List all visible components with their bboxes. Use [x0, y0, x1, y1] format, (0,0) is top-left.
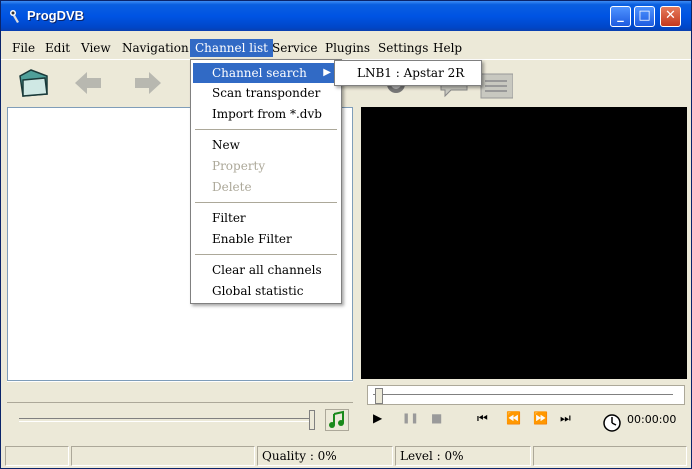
clock-icon [603, 414, 621, 432]
list-icon[interactable] [479, 66, 513, 100]
menu-separator [195, 129, 337, 130]
volume-slider-thumb[interactable] [309, 410, 315, 430]
previous-button[interactable]: ⏮ [477, 411, 488, 426]
audio-button[interactable] [325, 409, 349, 431]
menu-item-import[interactable]: Import from *.dvb [193, 104, 339, 124]
video-display[interactable] [361, 107, 687, 379]
submenu-arrow-icon: ▶ [323, 67, 331, 78]
menu-view[interactable]: View [76, 39, 116, 57]
seek-bar[interactable] [367, 385, 685, 405]
seek-thumb[interactable] [375, 388, 383, 404]
channel-status-area [7, 381, 353, 403]
fast-forward-button[interactable]: ⏩ [533, 411, 548, 425]
stop-button[interactable]: ■ [431, 411, 442, 425]
status-cell-1 [5, 446, 69, 466]
rewind-button[interactable]: ⏪ [506, 411, 521, 425]
pause-button[interactable]: ❚❚ [402, 413, 419, 424]
close-button[interactable]: ✕ [660, 6, 681, 27]
menu-item-property: Property [212, 159, 266, 173]
submenu-item-lnb1[interactable]: LNB1 : Apstar 2R [337, 63, 479, 83]
menu-item-scan-transponder[interactable]: Scan transponder [193, 83, 339, 103]
menu-edit[interactable]: Edit [40, 39, 75, 57]
menu-item-enable-filter[interactable]: Enable Filter [193, 229, 339, 249]
channel-search-submenu: LNB1 : Apstar 2R [334, 60, 482, 86]
time-display: 00:00:00 [627, 413, 677, 426]
minimize-button[interactable]: _ [610, 6, 631, 27]
menu-separator [195, 254, 337, 255]
volume-slider-track[interactable] [19, 418, 309, 422]
menu-item-label: Channel search [212, 66, 307, 80]
menu-service[interactable]: Service [267, 39, 323, 57]
menu-navigation[interactable]: Navigation [117, 39, 194, 57]
menu-item-delete: Delete [212, 180, 252, 194]
menu-help[interactable]: Help [428, 39, 467, 57]
forward-icon[interactable] [131, 66, 165, 100]
menu-item-new[interactable]: New [193, 135, 339, 155]
menu-item-filter[interactable]: Filter [193, 208, 339, 228]
title-bar[interactable]: ProgDVB _ □ ✕ [1, 1, 691, 31]
menu-plugins[interactable]: Plugins [320, 39, 375, 57]
level-status: Level : 0% [395, 446, 531, 466]
play-button[interactable]: ▶ [373, 411, 382, 425]
seek-track [373, 394, 673, 398]
next-button[interactable]: ⏭ [560, 411, 571, 426]
menu-item-clear-all[interactable]: Clear all channels [193, 260, 339, 280]
maximize-button[interactable]: □ [634, 6, 655, 27]
quality-status: Quality : 0% [257, 446, 393, 466]
menu-separator [195, 202, 337, 203]
status-bar: Quality : 0% Level : 0% [1, 444, 691, 468]
menu-item-global-statistic[interactable]: Global statistic [193, 281, 339, 301]
menu-bar: File Edit View Navigation Channel list S… [1, 37, 691, 57]
menu-channel-list[interactable]: Channel list [190, 39, 273, 57]
status-cell-5 [533, 446, 687, 466]
menu-settings[interactable]: Settings [373, 39, 433, 57]
status-cell-2 [71, 446, 255, 466]
app-window: ProgDVB _ □ ✕ File Edit View Navigation … [0, 0, 692, 469]
menu-file[interactable]: File [7, 39, 40, 57]
window-title: ProgDVB [27, 8, 85, 23]
menu-item-channel-search[interactable]: Channel search ▶ [193, 63, 339, 83]
note-icon [329, 410, 344, 428]
program-icon [10, 10, 19, 23]
folder-open-icon[interactable] [17, 66, 51, 100]
channel-list-menu: Channel search ▶ Scan transponder Import… [190, 59, 342, 304]
back-icon[interactable] [71, 66, 105, 100]
